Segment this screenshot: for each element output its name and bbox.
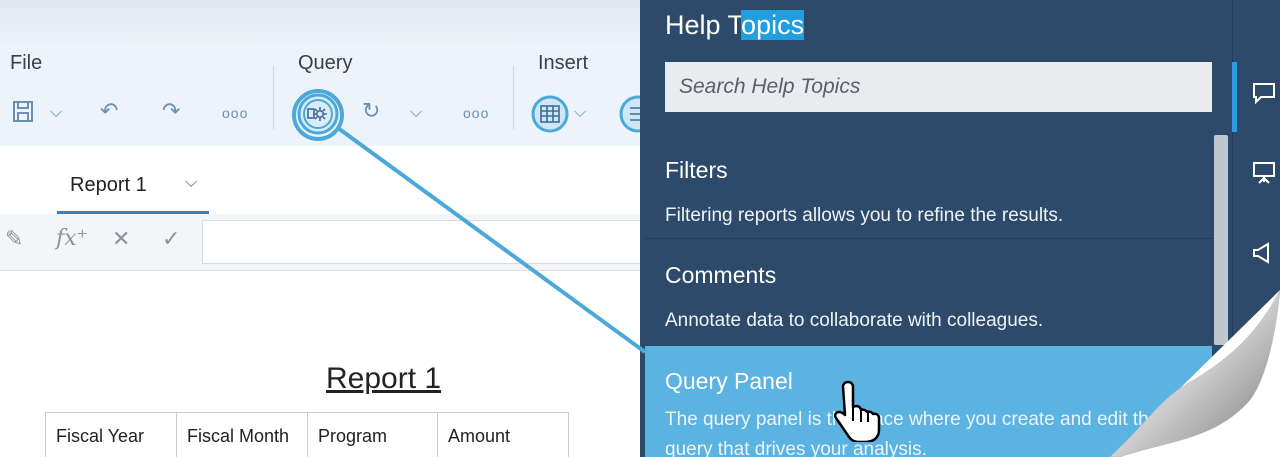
report-tab-bar: Report 1 ⌵ [0,146,645,215]
query-panel-button[interactable] [296,92,340,141]
tab-report-1[interactable]: Report 1 ⌵ [57,146,209,214]
undo-icon[interactable]: ↶ [100,100,118,122]
toolbar-separator [513,66,514,130]
column-header[interactable]: Fiscal Month [176,412,308,457]
presentation-icon[interactable] [1251,160,1277,193]
tab-chevron-down-icon[interactable]: ⌵ [185,174,197,192]
side-strip-active-indicator [1232,62,1237,132]
cancel-icon[interactable]: ✕ [112,226,130,252]
query-more-options-icon[interactable]: ooo [463,102,489,124]
edit-pencil-icon[interactable]: ✎ [5,226,23,252]
save-dropdown-chevron-icon[interactable]: ⌵ [50,102,62,124]
column-header[interactable]: Fiscal Year [45,412,177,457]
report-table: Fiscal Year Fiscal Month Program Amount [45,412,569,457]
megaphone-icon[interactable] [1251,240,1277,273]
save-icon[interactable] [12,100,40,129]
help-topic-filters[interactable]: Filters Filtering reports allows you to … [645,135,1212,239]
insert-group-label: Insert [538,52,589,74]
query-group-label: Query [298,52,353,74]
search-help-input[interactable] [665,62,1212,112]
help-panel-title: Help Topics [665,10,805,41]
toolbar-separator [273,66,274,130]
page-curl [1110,290,1280,457]
formula-fx-icon[interactable]: fx⁺ [56,226,88,251]
title-bar [0,0,645,44]
redo-icon[interactable]: ↷ [162,100,180,122]
topic-title: Comments [665,262,777,288]
report-app: File Query Insert ⌵ ↶ ↷ ooo ↻ ⌵ ooo ⌵ Re… [0,0,645,457]
topic-description: The query panel is the place where you c… [665,409,1160,457]
help-title-selection: opics [741,10,805,40]
refresh-icon[interactable]: ↻ [362,100,380,122]
column-header[interactable]: Program [307,412,438,457]
toolbar: File Query Insert ⌵ ↶ ↷ ooo ↻ ⌵ ooo ⌵ [0,44,645,147]
column-header[interactable]: Amount [437,412,569,457]
refresh-dropdown-chevron-icon[interactable]: ⌵ [410,102,422,124]
hand-cursor-icon [833,380,881,442]
insert-table-dropdown-chevron-icon[interactable]: ⌵ [574,102,586,124]
help-title-text: Help T [665,10,742,40]
topic-title: Filters [665,157,728,183]
formula-input[interactable] [202,220,645,264]
tab-label: Report 1 [70,174,147,196]
chat-icon[interactable] [1251,80,1277,113]
confirm-check-icon[interactable]: ✓ [162,226,180,252]
topic-description: Filtering reports allows you to refine t… [665,205,1064,226]
file-group-label: File [10,52,43,74]
report-title: Report 1 [326,362,442,395]
insert-table-button[interactable] [530,94,570,139]
table-header-row: Fiscal Year Fiscal Month Program Amount [45,412,569,457]
more-options-icon[interactable]: ooo [222,102,248,124]
